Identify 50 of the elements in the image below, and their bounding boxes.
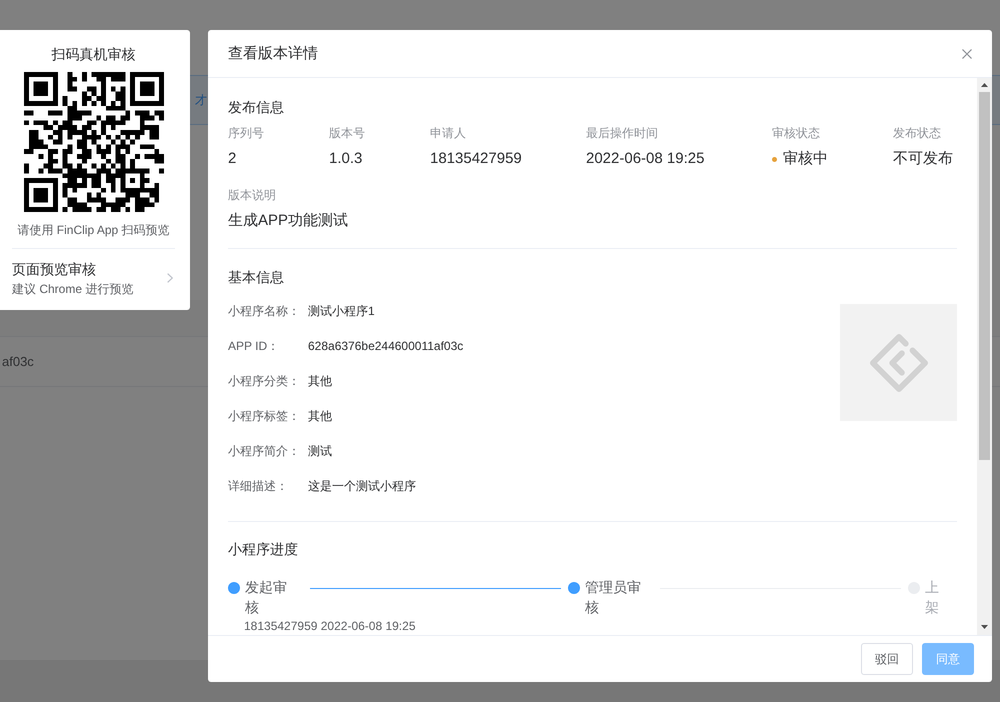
preview-link[interactable]: 页面预览审核 bbox=[12, 259, 96, 279]
down-arrow-icon[interactable] bbox=[981, 625, 988, 629]
info-label: 小程序标签： bbox=[228, 408, 301, 424]
info-label: 小程序分类： bbox=[228, 372, 301, 388]
field-value: 2 bbox=[228, 149, 236, 169]
close-button[interactable] bbox=[962, 48, 972, 58]
chevron-right-icon[interactable] bbox=[167, 273, 173, 283]
section-heading: 发布信息 bbox=[228, 98, 284, 117]
info-value: 测试 bbox=[308, 442, 332, 458]
field-label: 发布状态 bbox=[893, 125, 941, 142]
dialog-title: 查看版本详情 bbox=[228, 44, 318, 64]
table-cell: af03c bbox=[2, 352, 34, 370]
status-text: 审核中 bbox=[783, 149, 828, 169]
field-label: 审核状态 bbox=[772, 125, 820, 142]
field-value: 18135427959 bbox=[430, 149, 522, 169]
field-value: 生成APP功能测试 bbox=[228, 211, 348, 231]
field-label: 版本号 bbox=[329, 125, 365, 142]
scan-hint: 请使用 FinClip App 扫码预览 bbox=[16, 222, 171, 238]
preview-hint: 建议 Chrome 进行预览 bbox=[12, 281, 134, 297]
scrollbar-thumb[interactable] bbox=[979, 92, 990, 460]
field-value: 不可发布 bbox=[893, 149, 953, 169]
info-label: 小程序简介： bbox=[228, 442, 301, 458]
field-label: 序列号 bbox=[228, 125, 264, 142]
status-dot-icon bbox=[772, 156, 777, 162]
reject-button[interactable]: 驳回 bbox=[861, 643, 913, 675]
info-value: 628a6376be244600011af03c bbox=[308, 338, 464, 354]
info-label: 小程序名称： bbox=[228, 302, 301, 318]
step-title: 上架 bbox=[925, 578, 940, 617]
field-value: 1.0.3 bbox=[329, 149, 362, 169]
info-label: 详细描述： bbox=[228, 478, 289, 494]
panel-title: 扫码真机审核 bbox=[50, 45, 136, 64]
qr-code-icon bbox=[24, 72, 164, 212]
section-heading: 小程序进度 bbox=[228, 540, 298, 559]
section-heading: 基本信息 bbox=[228, 268, 284, 287]
field-label: 申请人 bbox=[430, 125, 466, 142]
info-value: 其他 bbox=[308, 372, 332, 388]
info-value: 其他 bbox=[308, 408, 332, 424]
step-detail: 18135427959 2022-06-08 19:25 bbox=[244, 619, 416, 633]
up-arrow-icon[interactable] bbox=[981, 83, 988, 87]
info-value: 这是一个测试小程序 bbox=[308, 478, 416, 494]
close-icon bbox=[962, 48, 972, 58]
info-value: 测试小程序1 bbox=[308, 302, 375, 318]
diamond-logo-icon bbox=[870, 334, 928, 392]
notice-text: 才 bbox=[195, 92, 207, 108]
field-value: 2022-06-08 19:25 bbox=[586, 149, 704, 169]
field-label: 最后操作时间 bbox=[586, 125, 658, 142]
step-title: 管理员审核 bbox=[585, 578, 642, 617]
step-title: 发起审核 bbox=[245, 578, 288, 617]
info-label: APP ID： bbox=[228, 338, 280, 354]
field-label: 版本说明 bbox=[228, 187, 276, 204]
